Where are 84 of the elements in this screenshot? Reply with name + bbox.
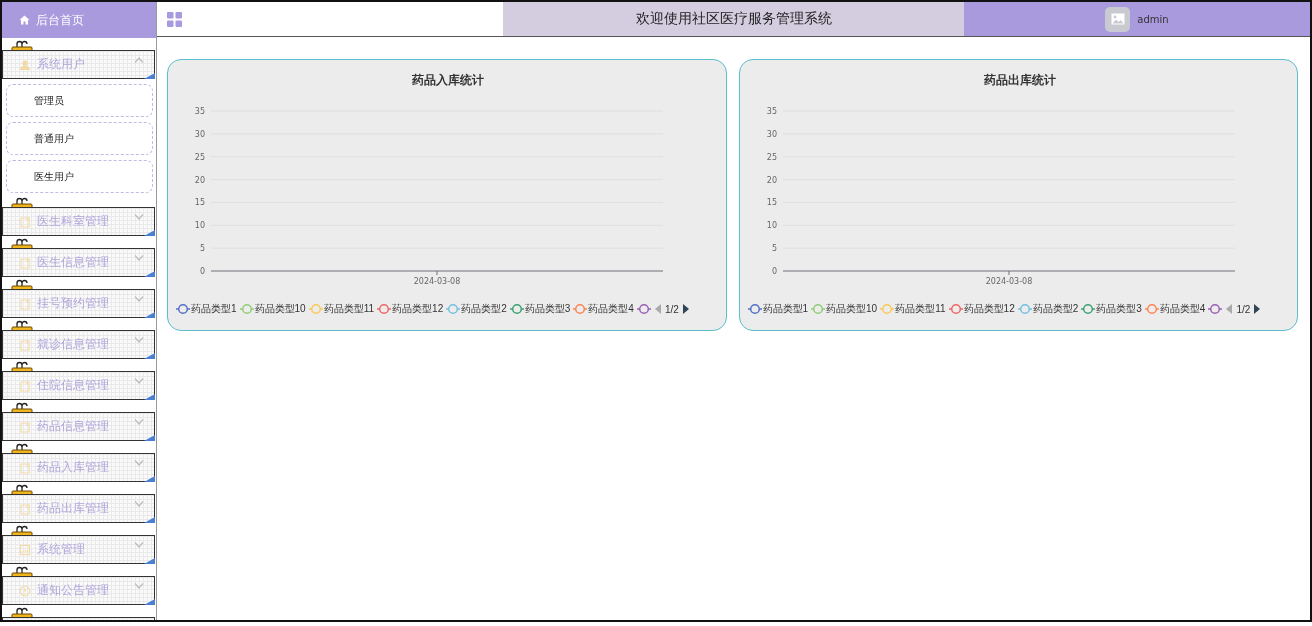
x-tick-label: 2024-03-08 <box>985 277 1032 286</box>
legend-page-indicator: 1/2 <box>1236 303 1251 315</box>
y-tick-label: 0 <box>771 267 777 276</box>
corner-fold-icon <box>144 353 155 359</box>
y-tick-label: 30 <box>194 129 205 139</box>
document-icon <box>19 297 31 310</box>
y-tick-label: 20 <box>766 175 777 185</box>
avatar-image-icon[interactable] <box>1105 6 1131 32</box>
legend-marker-icon[interactable] <box>573 303 588 315</box>
legend-marker-icon[interactable] <box>636 303 651 315</box>
legend-marker-icon[interactable] <box>747 303 762 315</box>
corner-fold-icon <box>144 517 155 523</box>
legend-label[interactable]: 药品类型12 <box>392 302 444 316</box>
corner-fold-icon <box>144 230 155 236</box>
legend-label[interactable]: 药品类型2 <box>1032 302 1079 316</box>
legend-label[interactable]: 药品类型11 <box>895 302 946 316</box>
y-tick-label: 35 <box>194 107 205 116</box>
y-tick-label: 25 <box>194 152 205 162</box>
corner-fold-icon <box>144 599 155 605</box>
y-tick-label: 5 <box>199 244 205 254</box>
y-tick-label: 35 <box>766 107 777 116</box>
document-icon <box>19 256 31 269</box>
legend-label[interactable]: 药品类型3 <box>524 302 571 316</box>
chart-title: 药品出库统计 <box>983 73 1055 87</box>
corner-fold-icon <box>144 312 155 318</box>
legend-label[interactable]: 药品类型1 <box>191 302 237 316</box>
legend-label[interactable]: 药品类型11 <box>323 302 375 316</box>
image-icon <box>19 543 31 556</box>
legend-marker-icon[interactable] <box>1144 303 1159 315</box>
document-icon <box>19 502 31 515</box>
next-page-icon[interactable] <box>682 304 689 314</box>
y-tick-label: 5 <box>771 244 777 254</box>
next-page-icon[interactable] <box>1254 304 1261 314</box>
legend-marker-icon[interactable] <box>176 303 190 315</box>
corner-fold-icon <box>144 271 155 277</box>
corner-fold-icon <box>144 435 155 441</box>
legend-marker-icon[interactable] <box>377 303 392 315</box>
legend-label[interactable]: 药品类型4 <box>1159 302 1206 316</box>
legend-label[interactable]: 药品类型3 <box>1096 302 1142 316</box>
y-tick-label: 10 <box>194 221 205 231</box>
legend-label[interactable]: 药品类型2 <box>461 302 507 316</box>
document-icon <box>19 379 31 392</box>
submenu-item[interactable]: 普通用户 <box>6 122 153 155</box>
legend-marker-icon[interactable] <box>1081 303 1096 315</box>
corner-fold-icon <box>144 558 155 564</box>
y-tick-label: 25 <box>766 152 777 162</box>
y-tick-label: 0 <box>199 267 205 276</box>
document-icon <box>19 215 31 228</box>
submenu-item[interactable]: 管理员 <box>6 84 153 117</box>
document-icon <box>19 420 31 433</box>
y-tick-label: 10 <box>766 221 777 231</box>
legend-label[interactable]: 药品类型10 <box>826 302 878 316</box>
legend-label[interactable]: 药品类型10 <box>254 302 306 316</box>
legend-marker-icon[interactable] <box>308 303 323 315</box>
corner-fold-icon <box>144 73 155 79</box>
username[interactable]: admin <box>1137 13 1169 25</box>
user-icon <box>19 58 31 71</box>
corner-fold-icon <box>144 476 155 482</box>
y-tick-label: 20 <box>194 175 205 185</box>
x-tick-label: 2024-03-08 <box>413 277 461 286</box>
legend-marker-icon[interactable] <box>811 303 826 315</box>
info-icon <box>19 584 31 597</box>
legend-label[interactable]: 药品类型1 <box>762 302 809 316</box>
legend-marker-icon[interactable] <box>948 303 963 315</box>
legend-page-indicator: 1/2 <box>664 303 679 315</box>
home-icon <box>19 15 30 25</box>
legend-label[interactable]: 药品类型4 <box>588 302 634 316</box>
document-icon <box>19 461 31 474</box>
legend-label[interactable]: 药品类型12 <box>963 302 1015 316</box>
legend-marker-icon[interactable] <box>509 303 524 315</box>
corner-fold-icon <box>144 394 155 400</box>
system-title: 欢迎使用社区医疗服务管理系统 <box>503 2 964 36</box>
legend-marker-icon[interactable] <box>446 303 461 315</box>
legend-marker-icon[interactable] <box>1017 303 1032 315</box>
submenu-item[interactable]: 医生用户 <box>6 160 153 193</box>
document-icon <box>19 338 31 351</box>
chart-title: 药品入库统计 <box>411 73 484 87</box>
legend-marker-icon[interactable] <box>880 303 895 315</box>
legend-marker-icon[interactable] <box>239 303 254 315</box>
y-tick-label: 30 <box>766 129 777 139</box>
y-tick-label: 15 <box>194 198 205 208</box>
grid-menu-icon[interactable] <box>167 11 182 27</box>
y-tick-label: 15 <box>766 198 777 208</box>
legend-marker-icon[interactable] <box>1208 303 1223 315</box>
